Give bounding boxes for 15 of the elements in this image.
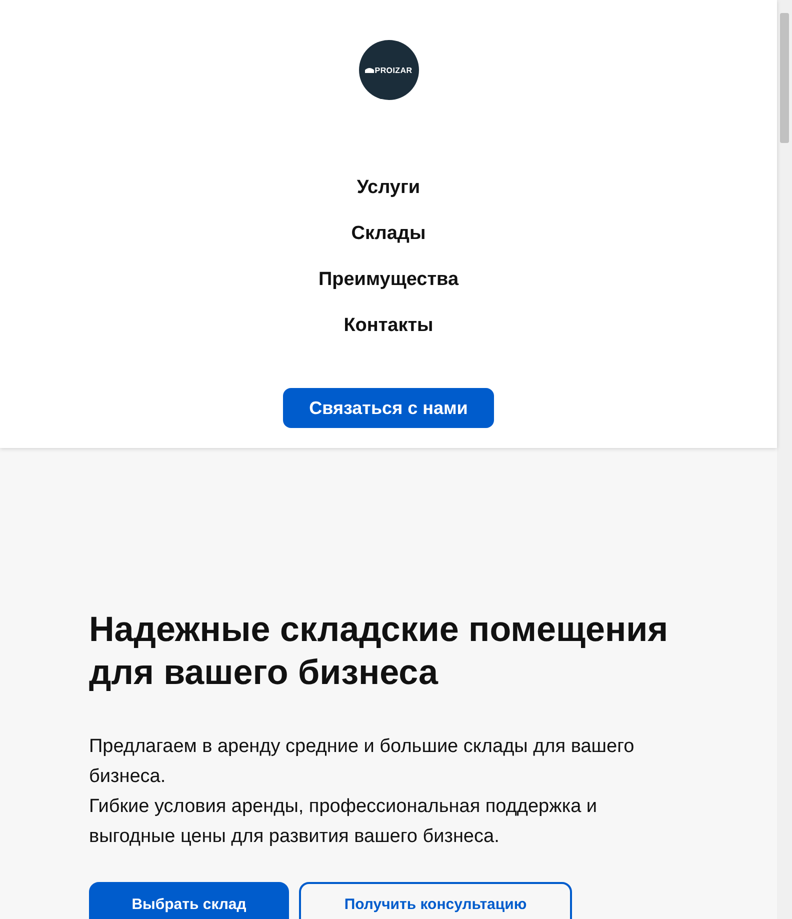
roof-icon: [364, 67, 374, 73]
consult-button[interactable]: Получить консультацию: [299, 882, 572, 919]
logo-text: PROIZAR: [374, 66, 412, 74]
contact-button[interactable]: Связаться с нами: [283, 388, 494, 428]
nav-link[interactable]: Услуги: [356, 178, 420, 198]
scrollbar[interactable]: [777, 0, 792, 919]
choose-button[interactable]: Выбрать склад: [89, 882, 289, 919]
scrollbar-thumb[interactable]: [780, 13, 789, 143]
nav-link[interactable]: Контакты: [344, 316, 434, 336]
nav-link[interactable]: Преимущества: [318, 270, 459, 290]
hero-text: Гибкие условия аренды, профессиональная поддержка и выгодные цены для развития вашего бизнеса.: [89, 795, 598, 849]
hero-text: Предлагаем в аренду средние и большие склады для вашего бизнеса.: [89, 735, 636, 789]
nav-link[interactable]: Склады: [351, 224, 426, 244]
logo[interactable]: PROIZAR: [358, 40, 418, 100]
hero-title: Надежные складские помещения для вашего бизнеса: [89, 609, 670, 694]
